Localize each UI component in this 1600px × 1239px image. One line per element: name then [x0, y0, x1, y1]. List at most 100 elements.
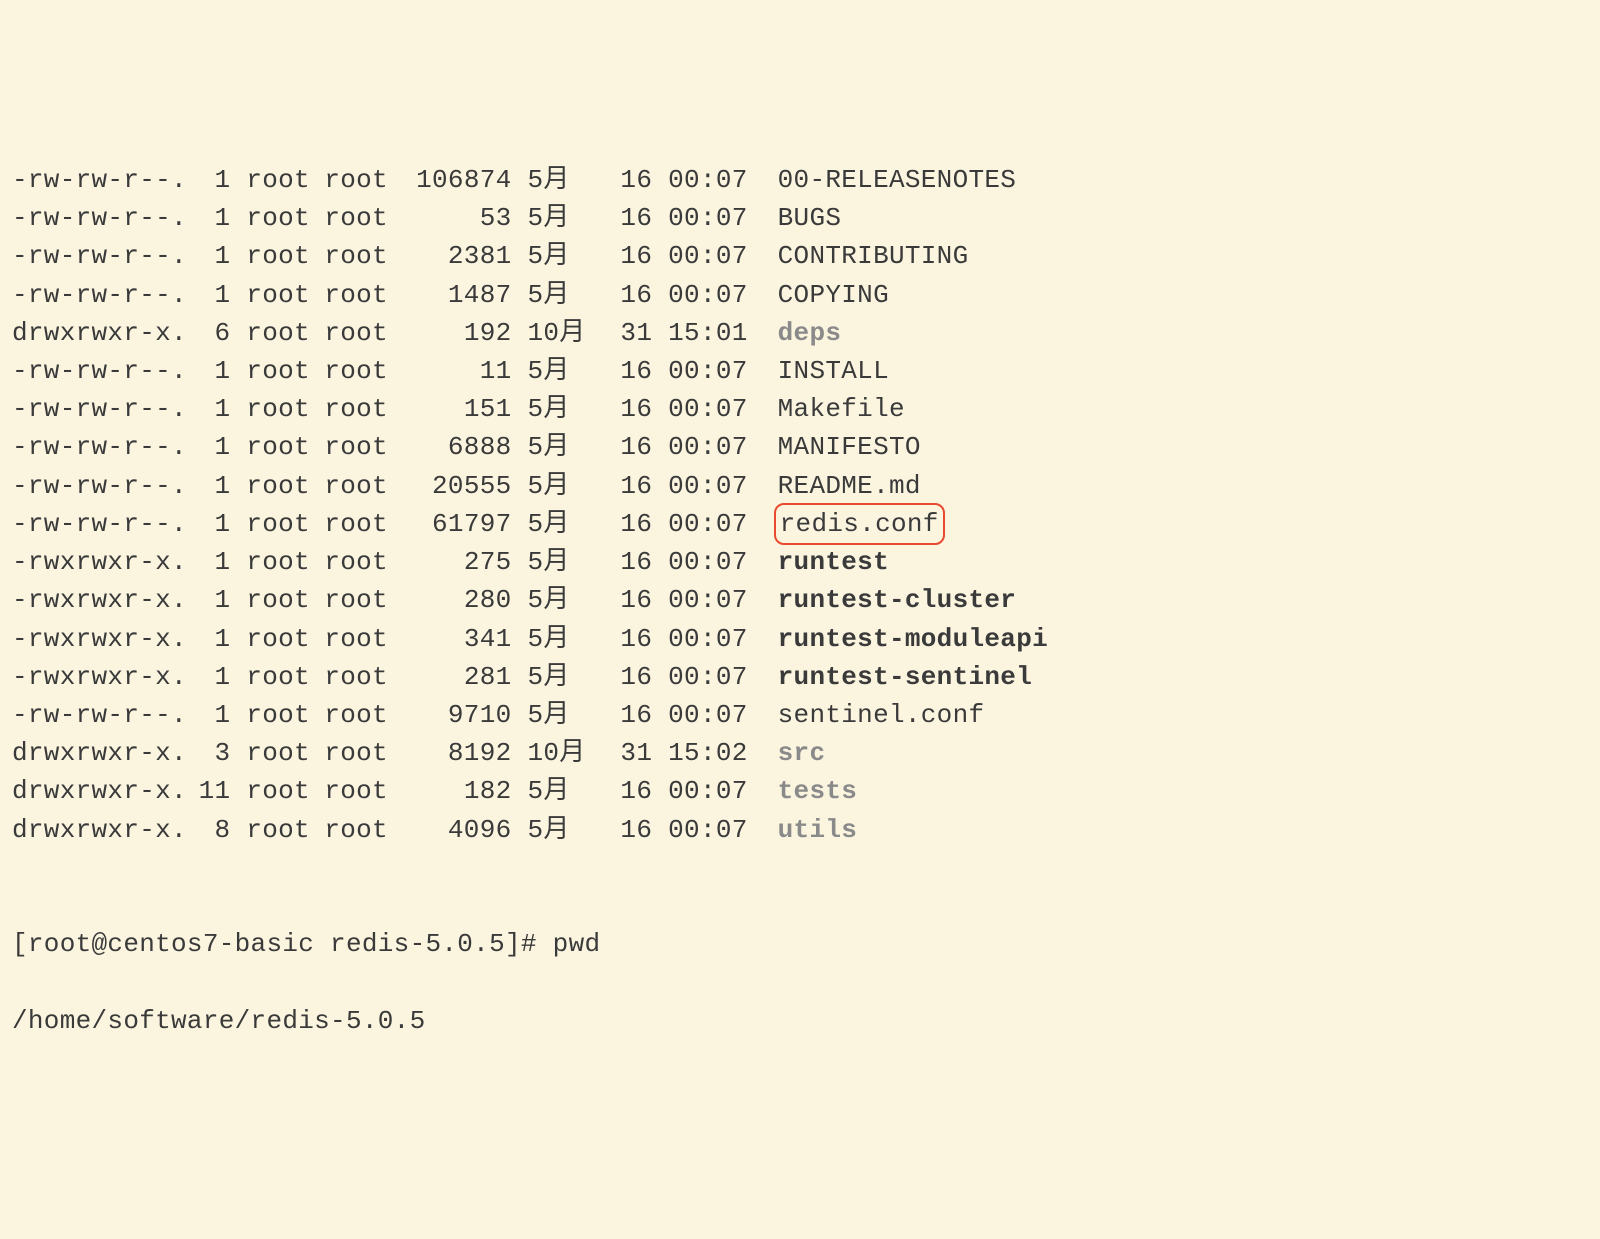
file-link-count: 1: [184, 543, 231, 581]
file-group: root: [324, 505, 402, 543]
file-permissions: -rw-rw-r--.: [12, 199, 184, 237]
file-listing-row: -rw-rw-r--.1 rootroot61797 5月 16 00:07 r…: [12, 505, 1588, 543]
file-size: 4096: [402, 811, 511, 849]
file-day: 16: [605, 237, 652, 275]
filename: runtest-moduleapi: [778, 624, 1048, 654]
file-link-count: 1: [184, 696, 231, 734]
file-group: root: [324, 620, 402, 658]
file-month: 5月: [527, 696, 605, 734]
file-size: 280: [402, 581, 511, 619]
file-time: 00:07: [668, 467, 762, 505]
file-link-count: 6: [184, 314, 231, 352]
file-time: 00:07: [668, 696, 762, 734]
file-link-count: 1: [184, 505, 231, 543]
file-owner: root: [246, 352, 324, 390]
file-day: 31: [605, 734, 652, 772]
file-day: 16: [605, 811, 652, 849]
file-owner: root: [246, 734, 324, 772]
file-time: 00:07: [668, 276, 762, 314]
shell-prompt-line[interactable]: [root@centos7-basic redis-5.0.5]# pwd: [12, 925, 1588, 963]
filename: utils: [778, 815, 858, 845]
file-owner: root: [246, 505, 324, 543]
file-listing-row: drwxrwxr-x.6 rootroot192 10月 31 15:01 de…: [12, 314, 1588, 352]
filename: Makefile: [778, 394, 905, 424]
filename: runtest: [778, 547, 889, 577]
file-month: 5月: [527, 276, 605, 314]
file-permissions: -rw-rw-r--.: [12, 505, 184, 543]
file-month: 5月: [527, 390, 605, 428]
file-listing-row: -rw-rw-r--.1 rootroot1487 5月 16 00:07 CO…: [12, 276, 1588, 314]
file-time: 15:02: [668, 734, 762, 772]
file-size: 8192: [402, 734, 511, 772]
file-group: root: [324, 199, 402, 237]
file-size: 61797: [402, 505, 511, 543]
file-size: 151: [402, 390, 511, 428]
file-permissions: -rwxrwxr-x.: [12, 620, 184, 658]
pwd-output: /home/software/redis-5.0.5: [12, 1002, 1588, 1040]
file-day: 16: [605, 467, 652, 505]
file-time: 15:01: [668, 314, 762, 352]
file-permissions: -rw-rw-r--.: [12, 276, 184, 314]
file-listing-row: drwxrwxr-x.8 rootroot4096 5月 16 00:07 ut…: [12, 811, 1588, 849]
file-link-count: 3: [184, 734, 231, 772]
file-group: root: [324, 390, 402, 428]
file-month: 5月: [527, 772, 605, 810]
file-time: 00:07: [668, 772, 762, 810]
file-size: 341: [402, 620, 511, 658]
file-owner: root: [246, 199, 324, 237]
file-owner: root: [246, 696, 324, 734]
file-day: 16: [605, 199, 652, 237]
file-size: 2381: [402, 237, 511, 275]
file-link-count: 1: [184, 161, 231, 199]
file-group: root: [324, 467, 402, 505]
file-time: 00:07: [668, 811, 762, 849]
file-month: 5月: [527, 543, 605, 581]
file-group: root: [324, 543, 402, 581]
filename: BUGS: [778, 203, 842, 233]
file-group: root: [324, 581, 402, 619]
file-day: 16: [605, 352, 652, 390]
file-group: root: [324, 314, 402, 352]
file-link-count: 1: [184, 467, 231, 505]
file-month: 5月: [527, 658, 605, 696]
file-listing-row: -rw-rw-r--.1 rootroot106874 5月 16 00:07 …: [12, 161, 1588, 199]
file-permissions: -rw-rw-r--.: [12, 696, 184, 734]
file-permissions: -rw-rw-r--.: [12, 428, 184, 466]
filename: runtest-cluster: [778, 585, 1017, 615]
file-group: root: [324, 237, 402, 275]
file-permissions: drwxrwxr-x.: [12, 314, 184, 352]
file-link-count: 1: [184, 276, 231, 314]
file-owner: root: [246, 237, 324, 275]
filename: tests: [778, 776, 858, 806]
file-permissions: drwxrwxr-x.: [12, 772, 184, 810]
file-group: root: [324, 696, 402, 734]
file-group: root: [324, 276, 402, 314]
file-time: 00:07: [668, 237, 762, 275]
file-time: 00:07: [668, 505, 762, 543]
filename: INSTALL: [778, 356, 889, 386]
file-owner: root: [246, 811, 324, 849]
file-time: 00:07: [668, 620, 762, 658]
file-day: 16: [605, 581, 652, 619]
file-size: 192: [402, 314, 511, 352]
file-time: 00:07: [668, 428, 762, 466]
file-month: 5月: [527, 199, 605, 237]
file-permissions: -rw-rw-r--.: [12, 390, 184, 428]
file-link-count: 1: [184, 199, 231, 237]
file-listing-row: -rw-rw-r--.1 rootroot9710 5月 16 00:07 se…: [12, 696, 1588, 734]
file-size: 106874: [402, 161, 511, 199]
file-listing-row: -rw-rw-r--.1 rootroot11 5月 16 00:07 INST…: [12, 352, 1588, 390]
file-month: 5月: [527, 581, 605, 619]
terminal-output: -rw-rw-r--.1 rootroot106874 5月 16 00:07 …: [12, 161, 1588, 849]
file-owner: root: [246, 161, 324, 199]
file-listing-row: drwxrwxr-x.11 rootroot182 5月 16 00:07 te…: [12, 772, 1588, 810]
file-group: root: [324, 352, 402, 390]
filename: MANIFESTO: [778, 432, 921, 462]
file-time: 00:07: [668, 581, 762, 619]
file-size: 9710: [402, 696, 511, 734]
file-size: 182: [402, 772, 511, 810]
file-day: 16: [605, 505, 652, 543]
file-permissions: drwxrwxr-x.: [12, 811, 184, 849]
file-day: 16: [605, 276, 652, 314]
file-owner: root: [246, 543, 324, 581]
